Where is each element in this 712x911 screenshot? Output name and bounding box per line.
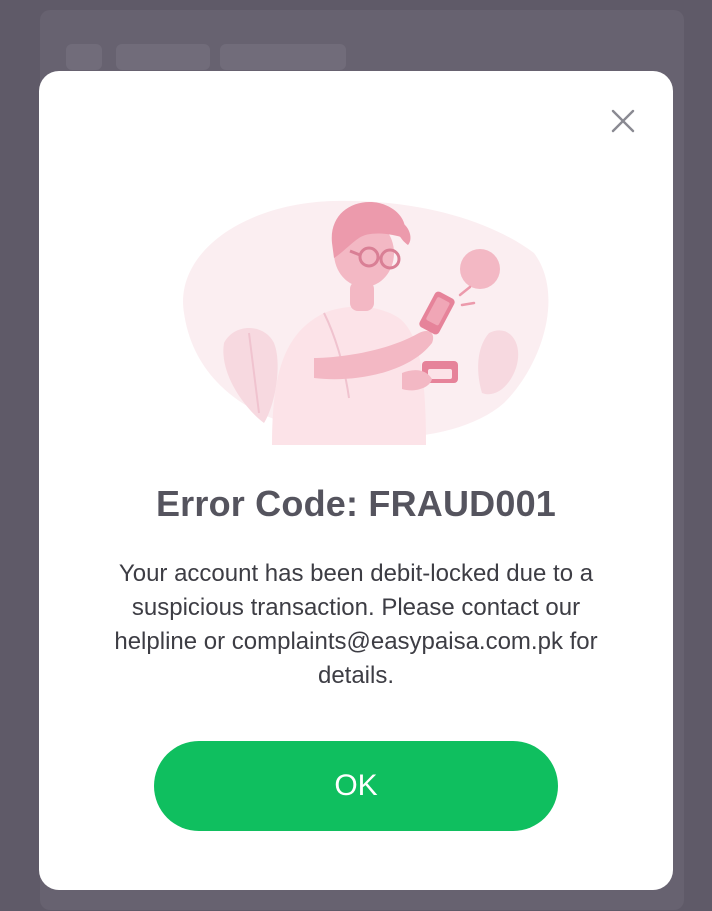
- error-dialog: Error Code: FRAUD001 Your account has be…: [39, 71, 673, 890]
- close-button[interactable]: [609, 107, 637, 135]
- background-placeholder: [220, 44, 346, 70]
- error-title: Error Code: FRAUD001: [155, 483, 557, 524]
- background-placeholder: [66, 44, 102, 70]
- person-using-phone-illustration: [183, 200, 549, 445]
- close-icon: [611, 109, 635, 133]
- screen: Error Code: FRAUD001 Your account has be…: [0, 0, 712, 911]
- error-message: Your account has been debit-locked due t…: [114, 560, 598, 689]
- ok-button[interactable]: OK: [154, 741, 558, 831]
- background-placeholder: [116, 44, 210, 70]
